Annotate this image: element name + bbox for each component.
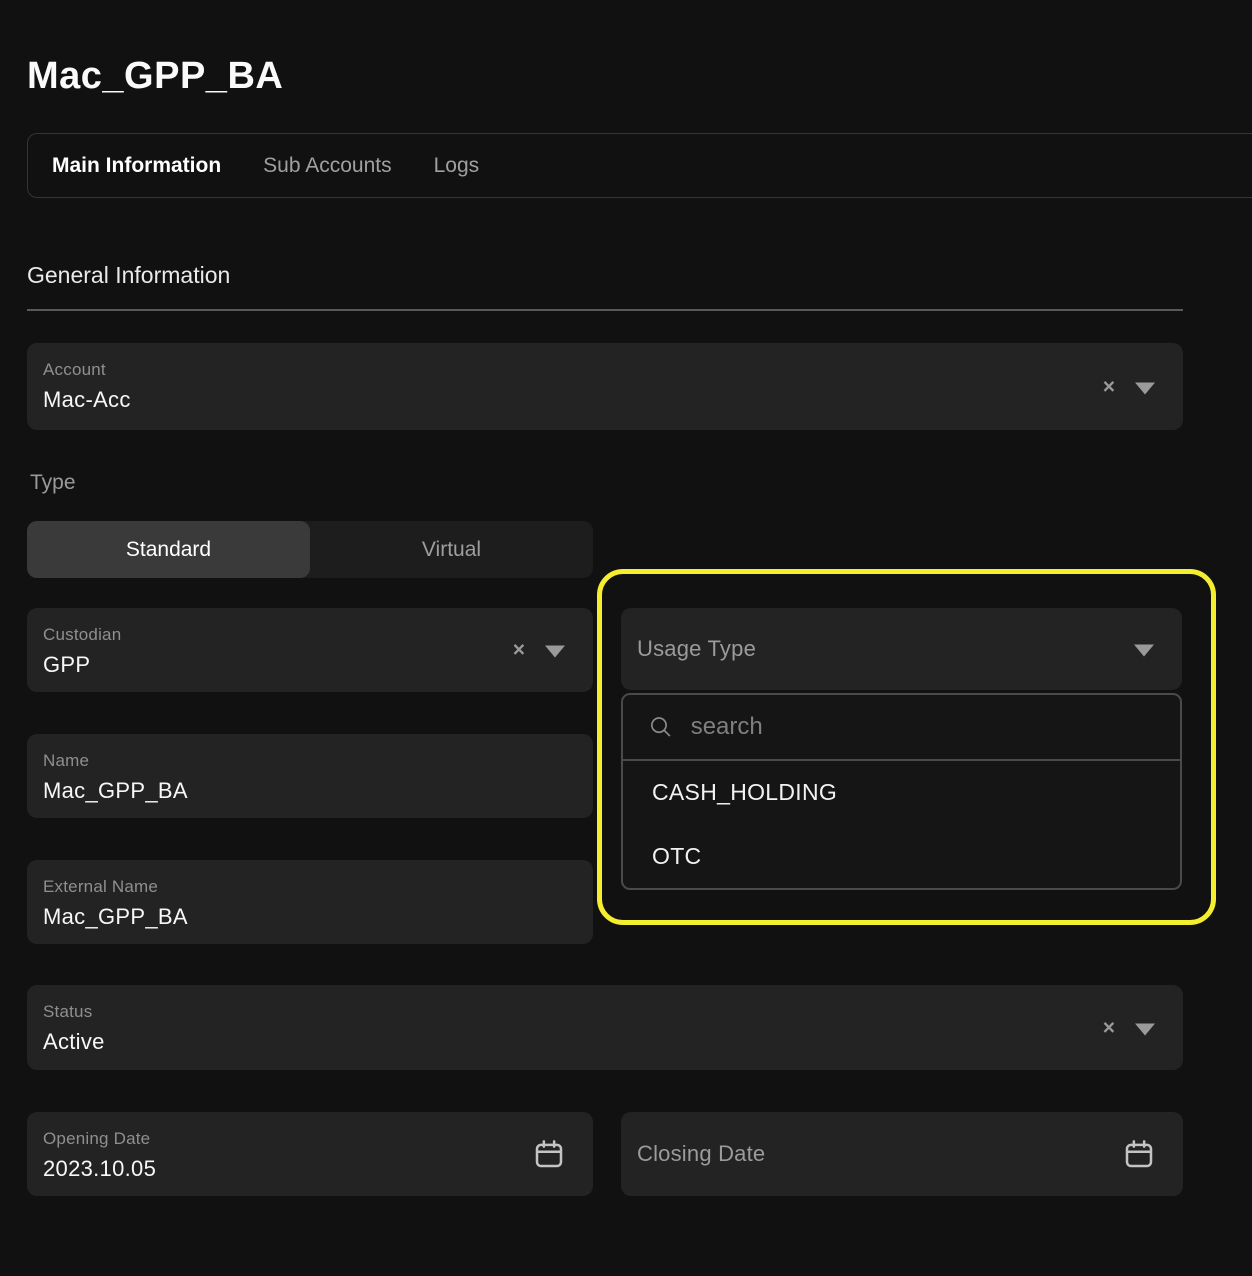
custodian-select[interactable]: Custodian GPP × <box>27 608 593 692</box>
external-name-value: Mac_GPP_BA <box>43 904 188 930</box>
type-option-virtual[interactable]: Virtual <box>310 521 593 578</box>
status-value: Active <box>43 1029 105 1055</box>
status-select[interactable]: Status Active × <box>27 985 1183 1070</box>
section-divider <box>27 309 1183 311</box>
clear-icon[interactable]: × <box>513 640 525 661</box>
closing-date-placeholder: Closing Date <box>637 1112 765 1196</box>
external-name-field[interactable]: External Name Mac_GPP_BA <box>27 860 593 944</box>
usage-type-search-input[interactable] <box>689 712 1164 742</box>
chevron-down-icon[interactable] <box>545 645 565 657</box>
page-title: Mac_GPP_BA <box>27 56 283 98</box>
tab-sub-accounts[interactable]: Sub Accounts <box>263 154 391 178</box>
clear-icon[interactable]: × <box>1103 1017 1115 1038</box>
chevron-down-icon[interactable] <box>1135 1023 1155 1035</box>
name-value: Mac_GPP_BA <box>43 778 188 804</box>
account-value: Mac-Acc <box>43 387 131 413</box>
usage-type-dropdown: CASH_HOLDING OTC <box>621 693 1182 890</box>
tab-logs[interactable]: Logs <box>434 154 480 178</box>
account-select[interactable]: Account Mac-Acc × <box>27 343 1183 430</box>
clear-icon[interactable]: × <box>1103 376 1115 397</box>
section-title: General Information <box>27 262 230 289</box>
status-label: Status <box>43 1002 92 1022</box>
usage-type-option-otc[interactable]: OTC <box>623 825 1180 889</box>
calendar-icon[interactable] <box>1123 1138 1155 1170</box>
type-segmented-control: Standard Virtual <box>27 521 593 578</box>
custodian-label: Custodian <box>43 625 121 645</box>
custodian-value: GPP <box>43 652 90 678</box>
closing-date-field[interactable]: Closing Date <box>621 1112 1183 1196</box>
tab-main-information[interactable]: Main Information <box>52 154 221 178</box>
opening-date-field[interactable]: Opening Date 2023.10.05 <box>27 1112 593 1196</box>
type-label: Type <box>30 471 76 495</box>
account-label: Account <box>43 360 106 380</box>
external-name-label: External Name <box>43 877 158 897</box>
tab-bar: Main Information Sub Accounts Logs <box>27 133 1252 198</box>
name-label: Name <box>43 751 89 771</box>
usage-type-select[interactable]: Usage Type <box>621 608 1182 690</box>
usage-type-option-cash-holding[interactable]: CASH_HOLDING <box>623 761 1180 825</box>
usage-type-placeholder: Usage Type <box>637 608 756 690</box>
calendar-icon[interactable] <box>533 1138 565 1170</box>
opening-date-label: Opening Date <box>43 1129 150 1149</box>
usage-type-search-row <box>623 695 1180 761</box>
search-icon <box>649 714 674 741</box>
type-option-standard[interactable]: Standard <box>27 521 310 578</box>
chevron-down-icon[interactable] <box>1134 644 1154 656</box>
chevron-down-icon[interactable] <box>1135 382 1155 394</box>
opening-date-value: 2023.10.05 <box>43 1156 156 1182</box>
name-field[interactable]: Name Mac_GPP_BA <box>27 734 593 818</box>
